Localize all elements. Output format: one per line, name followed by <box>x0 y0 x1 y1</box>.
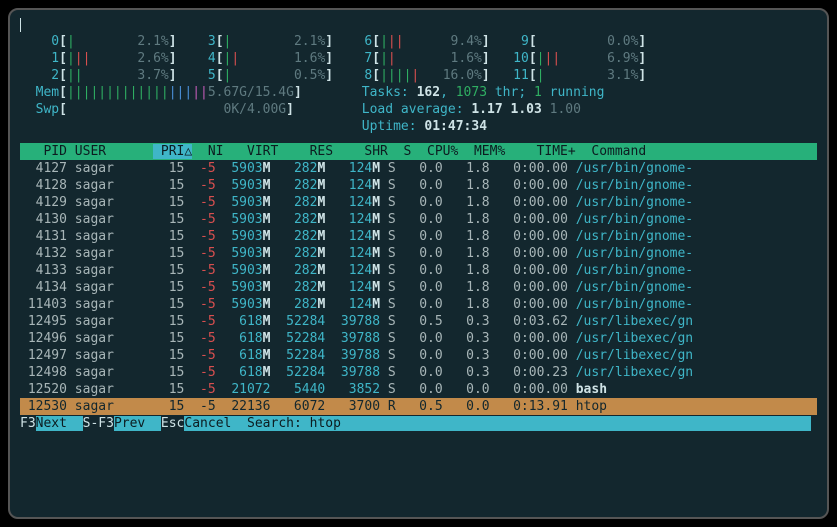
process-row[interactable]: 12530 sagar 15 -5 22136 6072 3700 R 0.5 … <box>20 398 817 415</box>
process-row[interactable]: 4131 sagar 15 -5 5903M 282M 124M S 0.0 1… <box>20 228 817 245</box>
fn-label[interactable]: Prev <box>114 416 161 431</box>
cursor <box>20 18 21 32</box>
column-header[interactable]: PID USER PRI△ NI VIRT RES SHR S CPU% MEM… <box>20 143 817 160</box>
process-row[interactable]: 12496 sagar 15 -5 618M 52284 39788 S 0.0… <box>20 330 817 347</box>
process-row[interactable]: 12497 sagar 15 -5 618M 52284 39788 S 0.0… <box>20 347 817 364</box>
process-row[interactable]: 12520 sagar 15 -5 21072 5440 3852 S 0.0 … <box>20 381 817 398</box>
process-row[interactable]: 4129 sagar 15 -5 5903M 282M 124M S 0.0 1… <box>20 194 817 211</box>
process-row[interactable]: 12498 sagar 15 -5 618M 52284 39788 S 0.0… <box>20 364 817 381</box>
search-box[interactable]: Search: htop <box>239 416 810 431</box>
process-row[interactable]: 11403 sagar 15 -5 5903M 282M 124M S 0.0 … <box>20 296 817 313</box>
process-row[interactable]: 4132 sagar 15 -5 5903M 282M 124M S 0.0 1… <box>20 245 817 262</box>
process-row[interactable]: 4133 sagar 15 -5 5903M 282M 124M S 0.0 1… <box>20 262 817 279</box>
process-row[interactable]: 4134 sagar 15 -5 5903M 282M 124M S 0.0 1… <box>20 279 817 296</box>
fn-key[interactable]: S-F3 <box>83 416 114 431</box>
mem-swap-row: Mem[||||||||||||||||||5.67G/15.4G]Tasks:… <box>20 84 817 135</box>
process-row[interactable]: 4130 sagar 15 -5 5903M 282M 124M S 0.0 1… <box>20 211 817 228</box>
process-row[interactable]: 12495 sagar 15 -5 618M 52284 39788 S 0.5… <box>20 313 817 330</box>
terminal-window[interactable]: 0[| 2.1%] 3[| 2.1%] 6[||| 9.4%] 9[ 0.0%]… <box>8 8 829 519</box>
process-row[interactable]: 4127 sagar 15 -5 5903M 282M 124M S 0.0 1… <box>20 160 817 177</box>
fn-label[interactable]: Cancel <box>184 416 239 431</box>
fn-key[interactable]: Esc <box>161 416 184 431</box>
cpu-meters: 0[| 2.1%] 3[| 2.1%] 6[||| 9.4%] 9[ 0.0%]… <box>20 33 817 84</box>
process-list[interactable]: 4127 sagar 15 -5 5903M 282M 124M S 0.0 1… <box>20 160 817 415</box>
process-row[interactable]: 4128 sagar 15 -5 5903M 282M 124M S 0.0 1… <box>20 177 817 194</box>
fn-key[interactable]: F3 <box>20 416 36 431</box>
fn-label[interactable]: Next <box>36 416 83 431</box>
function-bar[interactable]: F3Next S-F3Prev EscCancel Search: htop <box>20 415 817 432</box>
